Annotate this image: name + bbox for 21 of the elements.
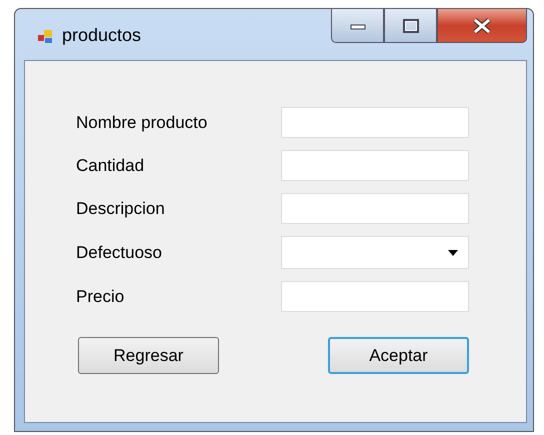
dropdown-arrow-icon	[448, 250, 458, 256]
field-label: Defectuoso	[76, 242, 163, 262]
minimize-icon	[350, 22, 366, 30]
maximize-icon	[402, 18, 418, 32]
input-field[interactable]	[281, 281, 469, 312]
app-icon	[38, 29, 54, 45]
dropdown-field[interactable]	[281, 236, 469, 269]
close-icon	[471, 18, 493, 34]
input-field[interactable]	[281, 193, 469, 224]
field-label: Cantidad	[76, 156, 146, 176]
close-button[interactable]	[437, 8, 527, 43]
form-button[interactable]: Aceptar	[328, 337, 469, 374]
minimize-button[interactable]	[331, 8, 384, 43]
window-title: productos	[62, 25, 142, 46]
field-label: Nombre producto	[76, 112, 208, 132]
field-label: Precio	[76, 286, 126, 306]
form-button[interactable]: Regresar	[78, 337, 219, 374]
input-field[interactable]	[281, 107, 469, 138]
field-label: Descripcion	[76, 198, 166, 218]
input-field[interactable]	[281, 150, 469, 181]
maximize-button[interactable]	[384, 8, 437, 43]
